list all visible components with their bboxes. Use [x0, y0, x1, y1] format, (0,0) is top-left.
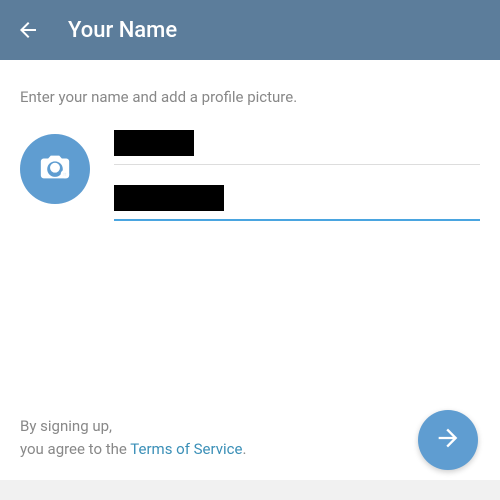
arrow-right-icon: [434, 424, 462, 456]
page-title: Your Name: [68, 18, 177, 43]
add-photo-button[interactable]: [20, 134, 90, 204]
footer-text: By signing up, you agree to the Terms of…: [20, 415, 246, 460]
content: Enter your name and add a profile pictur…: [0, 60, 500, 241]
profile-row: [20, 130, 480, 241]
terms-of-service-link[interactable]: Terms of Service: [130, 440, 242, 458]
footer-line2-suffix: .: [242, 440, 246, 458]
back-icon[interactable]: [16, 18, 40, 42]
instruction-text: Enter your name and add a profile pictur…: [20, 88, 480, 106]
last-name-wrapper: [114, 185, 480, 221]
footer-line1: By signing up,: [20, 417, 112, 435]
name-fields: [114, 130, 480, 241]
continue-button[interactable]: [418, 410, 478, 470]
camera-icon: [38, 150, 72, 188]
bottom-strip: [0, 480, 500, 500]
first-name-wrapper: [114, 130, 480, 165]
redaction: [114, 130, 194, 156]
redaction: [114, 185, 224, 211]
header: Your Name: [0, 0, 500, 60]
footer-line2-prefix: you agree to the: [20, 440, 130, 458]
